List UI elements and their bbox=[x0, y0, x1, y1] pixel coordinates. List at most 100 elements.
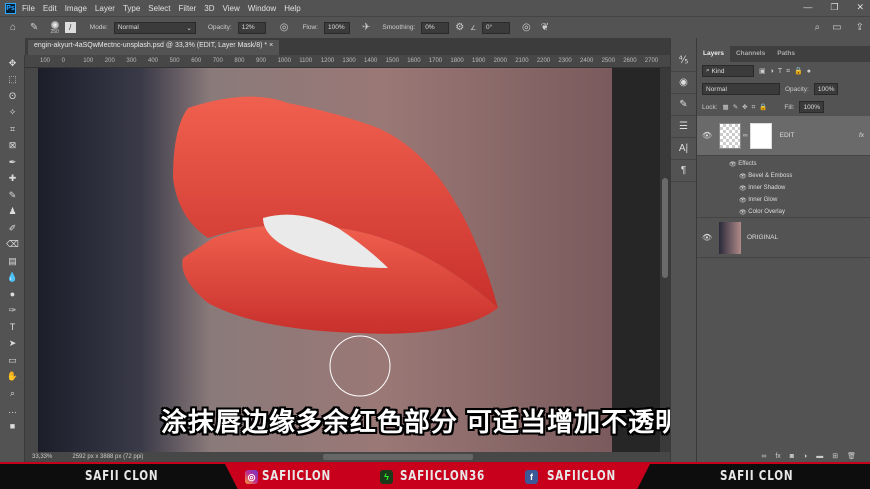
flow-input[interactable]: 100% bbox=[323, 21, 350, 34]
crop-tool-icon[interactable]: ⌗ bbox=[0, 121, 25, 138]
healing-tool-icon[interactable]: ✚ bbox=[0, 171, 25, 188]
fill-input[interactable]: 100% bbox=[799, 101, 825, 113]
layer-mask-thumbnail[interactable] bbox=[749, 122, 772, 149]
visibility-eye-icon[interactable]: 👁 bbox=[739, 197, 748, 204]
brush-settings-icon[interactable]: / bbox=[64, 22, 76, 33]
menu-view[interactable]: View bbox=[223, 4, 240, 13]
brush-tool-icon[interactable]: ✎ bbox=[30, 22, 38, 33]
move-tool-icon[interactable]: ✥ bbox=[0, 55, 25, 72]
layer-original[interactable]: 👁 ORIGINAL bbox=[697, 218, 870, 258]
adjustments-icon[interactable]: ☰ bbox=[671, 116, 696, 138]
restore-icon[interactable]: ❐ bbox=[830, 2, 838, 13]
tab-layers[interactable]: Layers bbox=[697, 46, 730, 62]
history-icon[interactable]: ⅘ bbox=[671, 50, 696, 72]
mode-select[interactable]: Normal ⌄ bbox=[113, 21, 196, 34]
stamp-tool-icon[interactable]: ♟ bbox=[0, 204, 25, 221]
brush-preset[interactable]: 250 bbox=[50, 20, 59, 35]
paragraph-icon[interactable]: ¶ bbox=[671, 160, 696, 182]
vertical-scrollbar[interactable] bbox=[660, 68, 670, 452]
visibility-eye-icon[interactable]: 👁 bbox=[739, 185, 748, 192]
menu-image[interactable]: Image bbox=[65, 4, 87, 13]
tab-paths[interactable]: Paths bbox=[771, 46, 801, 62]
menu-3d[interactable]: 3D bbox=[204, 4, 214, 13]
layer-name: ORIGINAL bbox=[747, 234, 779, 241]
eyedropper-tool-icon[interactable]: ✒ bbox=[0, 154, 25, 171]
minimize-icon[interactable]: — bbox=[803, 2, 812, 13]
menu-filter[interactable]: Filter bbox=[179, 4, 197, 13]
filter-icons[interactable]: ▣◑T⌗🔒● bbox=[759, 67, 815, 76]
blur-tool-icon[interactable]: 💧 bbox=[0, 270, 25, 287]
add-mask-icon[interactable]: ◙ bbox=[790, 453, 794, 460]
tab-channels[interactable]: Channels bbox=[730, 46, 771, 62]
fx-icon[interactable]: fx bbox=[775, 453, 780, 460]
search-icon[interactable]: ⌕ bbox=[815, 22, 821, 33]
layer-filter-select[interactable]: ⌕ Kind bbox=[702, 65, 754, 77]
opacity-input[interactable]: 12% bbox=[237, 21, 266, 34]
trash-icon[interactable]: 🗑 bbox=[847, 452, 856, 460]
frame-tool-icon[interactable]: ⊠ bbox=[0, 138, 25, 155]
visibility-eye-icon[interactable]: 👁 bbox=[729, 161, 738, 168]
effect-item[interactable]: 👁 Bevel & Emboss bbox=[729, 170, 870, 182]
lock-icons[interactable]: ▦✎✥⌗🔒 bbox=[723, 103, 772, 112]
home-icon[interactable]: ⌂ bbox=[10, 22, 16, 33]
blend-mode-select[interactable]: Normal bbox=[702, 83, 780, 95]
zoom-tool-icon[interactable]: ⌕ bbox=[0, 385, 25, 402]
ruler-label: 1400 bbox=[364, 58, 378, 64]
visibility-eye-icon[interactable]: 👁 bbox=[739, 209, 748, 216]
menu-select[interactable]: Select bbox=[148, 4, 170, 13]
close-icon[interactable]: ✕ bbox=[856, 2, 864, 13]
gear-icon[interactable]: ⚙ bbox=[455, 22, 464, 33]
type-tool-icon[interactable]: T bbox=[0, 319, 25, 336]
menu-window[interactable]: Window bbox=[248, 4, 276, 13]
eraser-tool-icon[interactable]: ⌫ bbox=[0, 237, 25, 254]
menu-edit[interactable]: Edit bbox=[43, 4, 57, 13]
workspace-icon[interactable]: ▭ bbox=[832, 22, 841, 33]
lasso-tool-icon[interactable]: ʘ bbox=[0, 88, 25, 105]
symmetry-icon[interactable]: ❦ bbox=[541, 22, 549, 33]
pressure-size-icon[interactable]: ◎ bbox=[522, 22, 531, 33]
layer-opacity-input[interactable]: 100% bbox=[813, 83, 839, 95]
menu-help[interactable]: Help bbox=[284, 4, 300, 13]
character-icon[interactable]: A| bbox=[671, 138, 696, 160]
canvas[interactable] bbox=[38, 68, 660, 452]
document-tab[interactable]: engin-akyurt-4aSQwMectnc-unsplash.psd @ … bbox=[28, 40, 280, 55]
visibility-eye-icon[interactable]: 👁 bbox=[697, 131, 717, 140]
pressure-opacity-icon[interactable]: ◎ bbox=[280, 22, 289, 33]
visibility-eye-icon[interactable]: 👁 bbox=[697, 233, 717, 242]
marquee-tool-icon[interactable]: ⬚ bbox=[0, 72, 25, 89]
visibility-eye-icon[interactable]: 👁 bbox=[739, 173, 748, 180]
effect-item[interactable]: 👁 Inner Shadow bbox=[729, 182, 870, 194]
fx-badge[interactable]: fx bbox=[859, 132, 864, 139]
dodge-tool-icon[interactable]: ● bbox=[0, 286, 25, 303]
path-select-icon[interactable]: ➤ bbox=[0, 336, 25, 353]
history-brush-icon[interactable]: ✐ bbox=[0, 220, 25, 237]
effect-item[interactable]: 👁 Color Overlay bbox=[729, 206, 870, 218]
smoothing-input[interactable]: 0% bbox=[421, 21, 450, 34]
libraries-icon[interactable]: ◉ bbox=[671, 72, 696, 94]
lock-label: Lock: bbox=[702, 103, 718, 111]
horizontal-scrollbar[interactable] bbox=[323, 454, 474, 460]
brush-tool-icon[interactable]: ✎ bbox=[0, 187, 25, 204]
shape-tool-icon[interactable]: ▭ bbox=[0, 352, 25, 369]
pen-tool-icon[interactable]: ✑ bbox=[0, 303, 25, 320]
adjustment-layer-icon[interactable]: ◑ bbox=[803, 453, 807, 460]
gradient-tool-icon[interactable]: ▤ bbox=[0, 253, 25, 270]
menu-type[interactable]: Type bbox=[123, 4, 140, 13]
effects-group[interactable]: 👁 Effects bbox=[729, 158, 870, 170]
link-layers-icon[interactable]: ∞ bbox=[761, 453, 766, 460]
layer-edit[interactable]: 👁 ∞ EDIT fx bbox=[697, 116, 870, 156]
menu-layer[interactable]: Layer bbox=[95, 4, 115, 13]
close-tab-icon[interactable]: × bbox=[269, 42, 273, 49]
zoom-level[interactable]: 33,33% bbox=[32, 454, 52, 460]
new-group-icon[interactable]: ▬ bbox=[816, 453, 823, 460]
effect-item[interactable]: 👁 Inner Glow bbox=[729, 194, 870, 206]
quick-select-tool-icon[interactable]: ✧ bbox=[0, 105, 25, 122]
airbrush-icon[interactable]: ✈ bbox=[362, 22, 370, 33]
new-layer-icon[interactable]: ⊞ bbox=[832, 452, 838, 460]
brush-settings-panel-icon[interactable]: ✎ bbox=[671, 94, 696, 116]
hand-tool-icon[interactable]: ✋ bbox=[0, 369, 25, 386]
menu-file[interactable]: File bbox=[22, 4, 35, 13]
filter-value: Kind bbox=[711, 67, 725, 75]
share-icon[interactable]: ⇪ bbox=[856, 22, 864, 33]
angle-input[interactable]: 0° bbox=[482, 21, 511, 34]
